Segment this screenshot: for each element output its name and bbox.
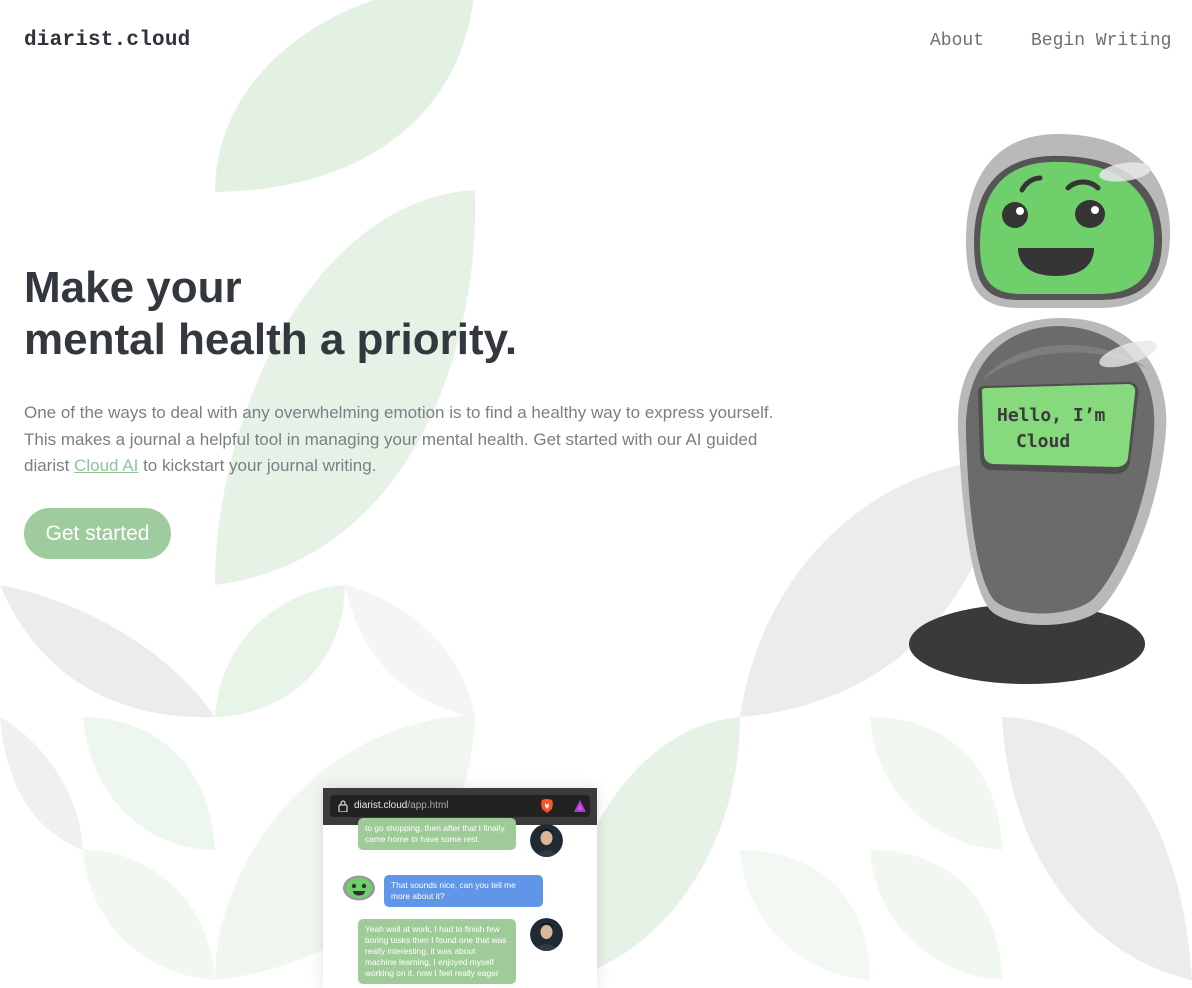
leaf-shape bbox=[740, 850, 870, 980]
leaf-shape bbox=[870, 717, 1002, 850]
hero-title: Make your mental health a priority. bbox=[24, 262, 784, 366]
leaf-shape bbox=[0, 585, 215, 718]
leaf-shape bbox=[870, 850, 1002, 980]
leaf-shape bbox=[83, 717, 215, 850]
hero-description: One of the ways to deal with any overwhe… bbox=[24, 400, 784, 480]
nav-link-begin-writing[interactable]: Begin Writing bbox=[1031, 31, 1171, 51]
cloud-robot-illustration: Hello, I’m Cloud bbox=[909, 134, 1171, 684]
robot-right-eye bbox=[1075, 200, 1105, 228]
top-navigation: diarist.cloud About Begin Writing bbox=[0, 0, 1192, 82]
browser-url: diarist.cloud/app.html bbox=[354, 800, 449, 811]
hero-description-text-end: to kickstart your journal writing. bbox=[138, 456, 377, 475]
chat-message-user: to go shopping, then after that I finall… bbox=[358, 818, 516, 850]
leaf-shape bbox=[1002, 717, 1192, 980]
leaf-shape bbox=[83, 850, 215, 980]
hero-section: Make your mental health a priority. One … bbox=[24, 262, 784, 480]
leaf-shape bbox=[215, 585, 345, 717]
get-started-button[interactable]: Get started bbox=[24, 508, 171, 559]
lock-icon bbox=[338, 800, 348, 812]
chat-message-bot: That sounds nice, can you tell me more a… bbox=[384, 875, 543, 907]
robot-screen-line1: Hello, I’m bbox=[997, 405, 1106, 426]
cloud-bot-avatar bbox=[343, 875, 375, 901]
url-domain: diarist.cloud bbox=[354, 800, 408, 811]
leaf-shape bbox=[0, 717, 83, 850]
hero-title-line2: mental health a priority. bbox=[24, 315, 518, 364]
robot-left-eye bbox=[1002, 202, 1028, 228]
cloud-ai-link[interactable]: Cloud AI bbox=[74, 456, 138, 475]
brave-browser-icon bbox=[541, 799, 553, 813]
rewards-triangle-icon bbox=[574, 800, 586, 812]
user-avatar bbox=[530, 918, 563, 951]
chat-conversation: to go shopping, then after that I finall… bbox=[323, 818, 597, 988]
robot-screen-line2: Cloud bbox=[1016, 431, 1070, 452]
url-path: /app.html bbox=[407, 800, 449, 811]
user-avatar bbox=[530, 824, 563, 857]
leaf-shape bbox=[345, 585, 475, 717]
app-preview-screenshot: diarist.cloud/app.html to go shopping, t… bbox=[323, 788, 597, 988]
site-logo[interactable]: diarist.cloud bbox=[24, 29, 190, 52]
nav-link-about[interactable]: About bbox=[930, 31, 984, 51]
hero-title-line1: Make your bbox=[24, 263, 242, 312]
browser-address-bar: diarist.cloud/app.html bbox=[330, 795, 590, 817]
chat-message-user: Yeah well at work, I had to finish few b… bbox=[358, 919, 516, 984]
